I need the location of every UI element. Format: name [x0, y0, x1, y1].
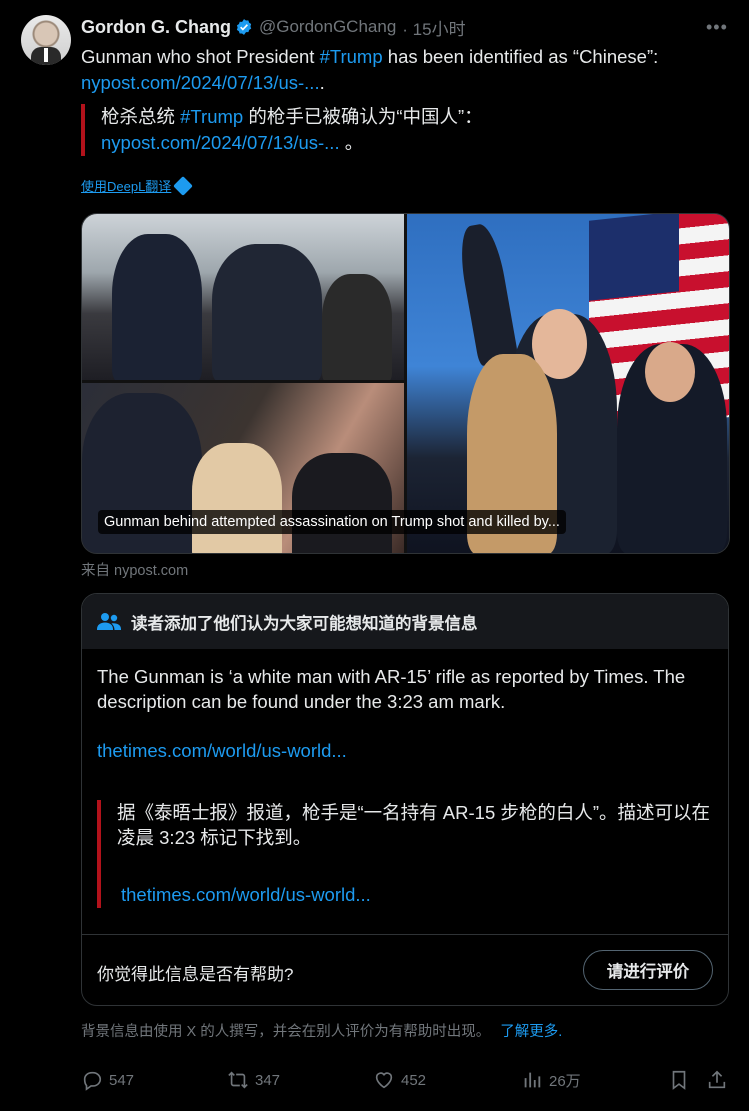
community-note-body: The Gunman is ‘a white man with AR-15’ r… [97, 666, 686, 712]
reply-count: 547 [109, 1071, 135, 1089]
tweet-link-suffix: . [319, 72, 325, 93]
views-button[interactable]: 26万 [521, 1069, 581, 1091]
author-name[interactable]: Gordon G. Chang [81, 17, 231, 38]
media-source[interactable]: 来自 nypost.com [81, 559, 188, 580]
learn-more-link[interactable]: 了解更多. [500, 1024, 562, 1040]
reply-button[interactable]: 547 [81, 1069, 134, 1091]
reply-icon [83, 1071, 102, 1091]
repost-count: 347 [255, 1071, 281, 1089]
community-note: 读者添加了他们认为大家可能想知道的背景信息 The Gunman is ‘a w… [81, 593, 729, 1006]
photo-figure [322, 274, 392, 380]
more-options-icon[interactable]: ••• [706, 17, 728, 37]
share-button[interactable] [706, 1069, 728, 1091]
photo-figure [455, 221, 519, 367]
media-card[interactable]: Gunman behind attempted assassination on… [81, 213, 730, 554]
translation-text-part: 的枪手已被确认为“中国人”： [243, 106, 483, 127]
avatar-collar [44, 48, 48, 62]
photo-figure [645, 342, 695, 402]
community-note-header: 读者添加了他们认为大家可能想知道的背景信息 [82, 594, 728, 649]
author-handle[interactable]: @GordonGChang [259, 17, 396, 37]
people-icon [97, 612, 121, 630]
translation-link-suffix: 。 [339, 132, 364, 153]
share-icon [708, 1070, 726, 1089]
action-bar: 547 347 452 26万 [81, 1069, 731, 1099]
media-caption: Gunman behind attempted assassination on… [98, 510, 566, 534]
translation-text-part: 枪杀总统 [101, 106, 181, 127]
heart-icon [375, 1072, 393, 1089]
deepl-translate-link[interactable]: 使用DeepL翻译 [81, 175, 194, 196]
translation-block: 枪杀总统 #Trump 的枪手已被确认为“中国人”： nypost.com/20… [81, 104, 721, 156]
community-note-link[interactable]: thetimes.com/world/us-world... [97, 740, 347, 762]
photo-right[interactable] [407, 214, 729, 553]
tweet-time[interactable]: · 15小时 [402, 15, 465, 40]
photo-figure [192, 443, 282, 553]
deepl-icon [173, 175, 194, 196]
hashtag-link[interactable]: #Trump [320, 46, 383, 67]
tweet-text: Gunman who shot President #Trump has bee… [81, 44, 721, 96]
like-button[interactable]: 452 [373, 1069, 426, 1091]
views-icon [524, 1072, 541, 1088]
community-note-translation: 据《泰晤士报》报道，枪手是“一名持有 AR-15 步枪的白人”。描述可以在凌晨 … [97, 800, 710, 908]
tweet-text-part: has been identified as “Chinese”: [382, 46, 659, 67]
views-count: 26万 [549, 1072, 581, 1090]
photo-figure [112, 234, 202, 380]
repost-button[interactable]: 347 [227, 1069, 280, 1091]
photo-figure [292, 453, 392, 553]
tweet-link[interactable]: nypost.com/2024/07/13/us-... [81, 72, 320, 93]
photo-top-left[interactable] [82, 214, 404, 380]
community-note-title: 读者添加了他们认为大家可能想知道的背景信息 [131, 614, 478, 633]
community-note-translation-link[interactable]: thetimes.com/world/us-world... [121, 884, 371, 906]
tweet-header: Gordon G. Chang @GordonGChang · 15小时 [81, 15, 466, 39]
deepl-label[interactable]: 使用DeepL翻译 [81, 176, 171, 195]
rate-button[interactable]: 请进行评价 [583, 950, 713, 990]
photo-figure [212, 244, 322, 380]
tweet-text-part: Gunman who shot President [81, 46, 320, 67]
community-note-footnote: 背景信息由使用 X 的人撰写，并会在别人评价为有帮助时出现。 了解更多. [81, 1020, 562, 1041]
divider [82, 934, 728, 935]
community-note-translation-text: 据《泰晤士报》报道，枪手是“一名持有 AR-15 步枪的白人”。描述可以在凌晨 … [117, 802, 711, 848]
author-avatar[interactable] [21, 15, 71, 65]
repost-icon [228, 1071, 248, 1089]
bookmark-button[interactable] [668, 1069, 690, 1091]
bookmark-icon [672, 1070, 686, 1090]
footnote-text: 背景信息由使用 X 的人撰写，并会在别人评价为有帮助时出现。 [81, 1024, 491, 1040]
translation-hashtag-link[interactable]: #Trump [180, 106, 243, 127]
verified-badge-icon [236, 19, 252, 35]
like-count: 452 [401, 1071, 427, 1089]
flag-canton [589, 214, 679, 301]
helpful-question: 你觉得此信息是否有帮助? [97, 965, 294, 984]
translation-link[interactable]: nypost.com/2024/07/13/us-... [101, 132, 340, 153]
